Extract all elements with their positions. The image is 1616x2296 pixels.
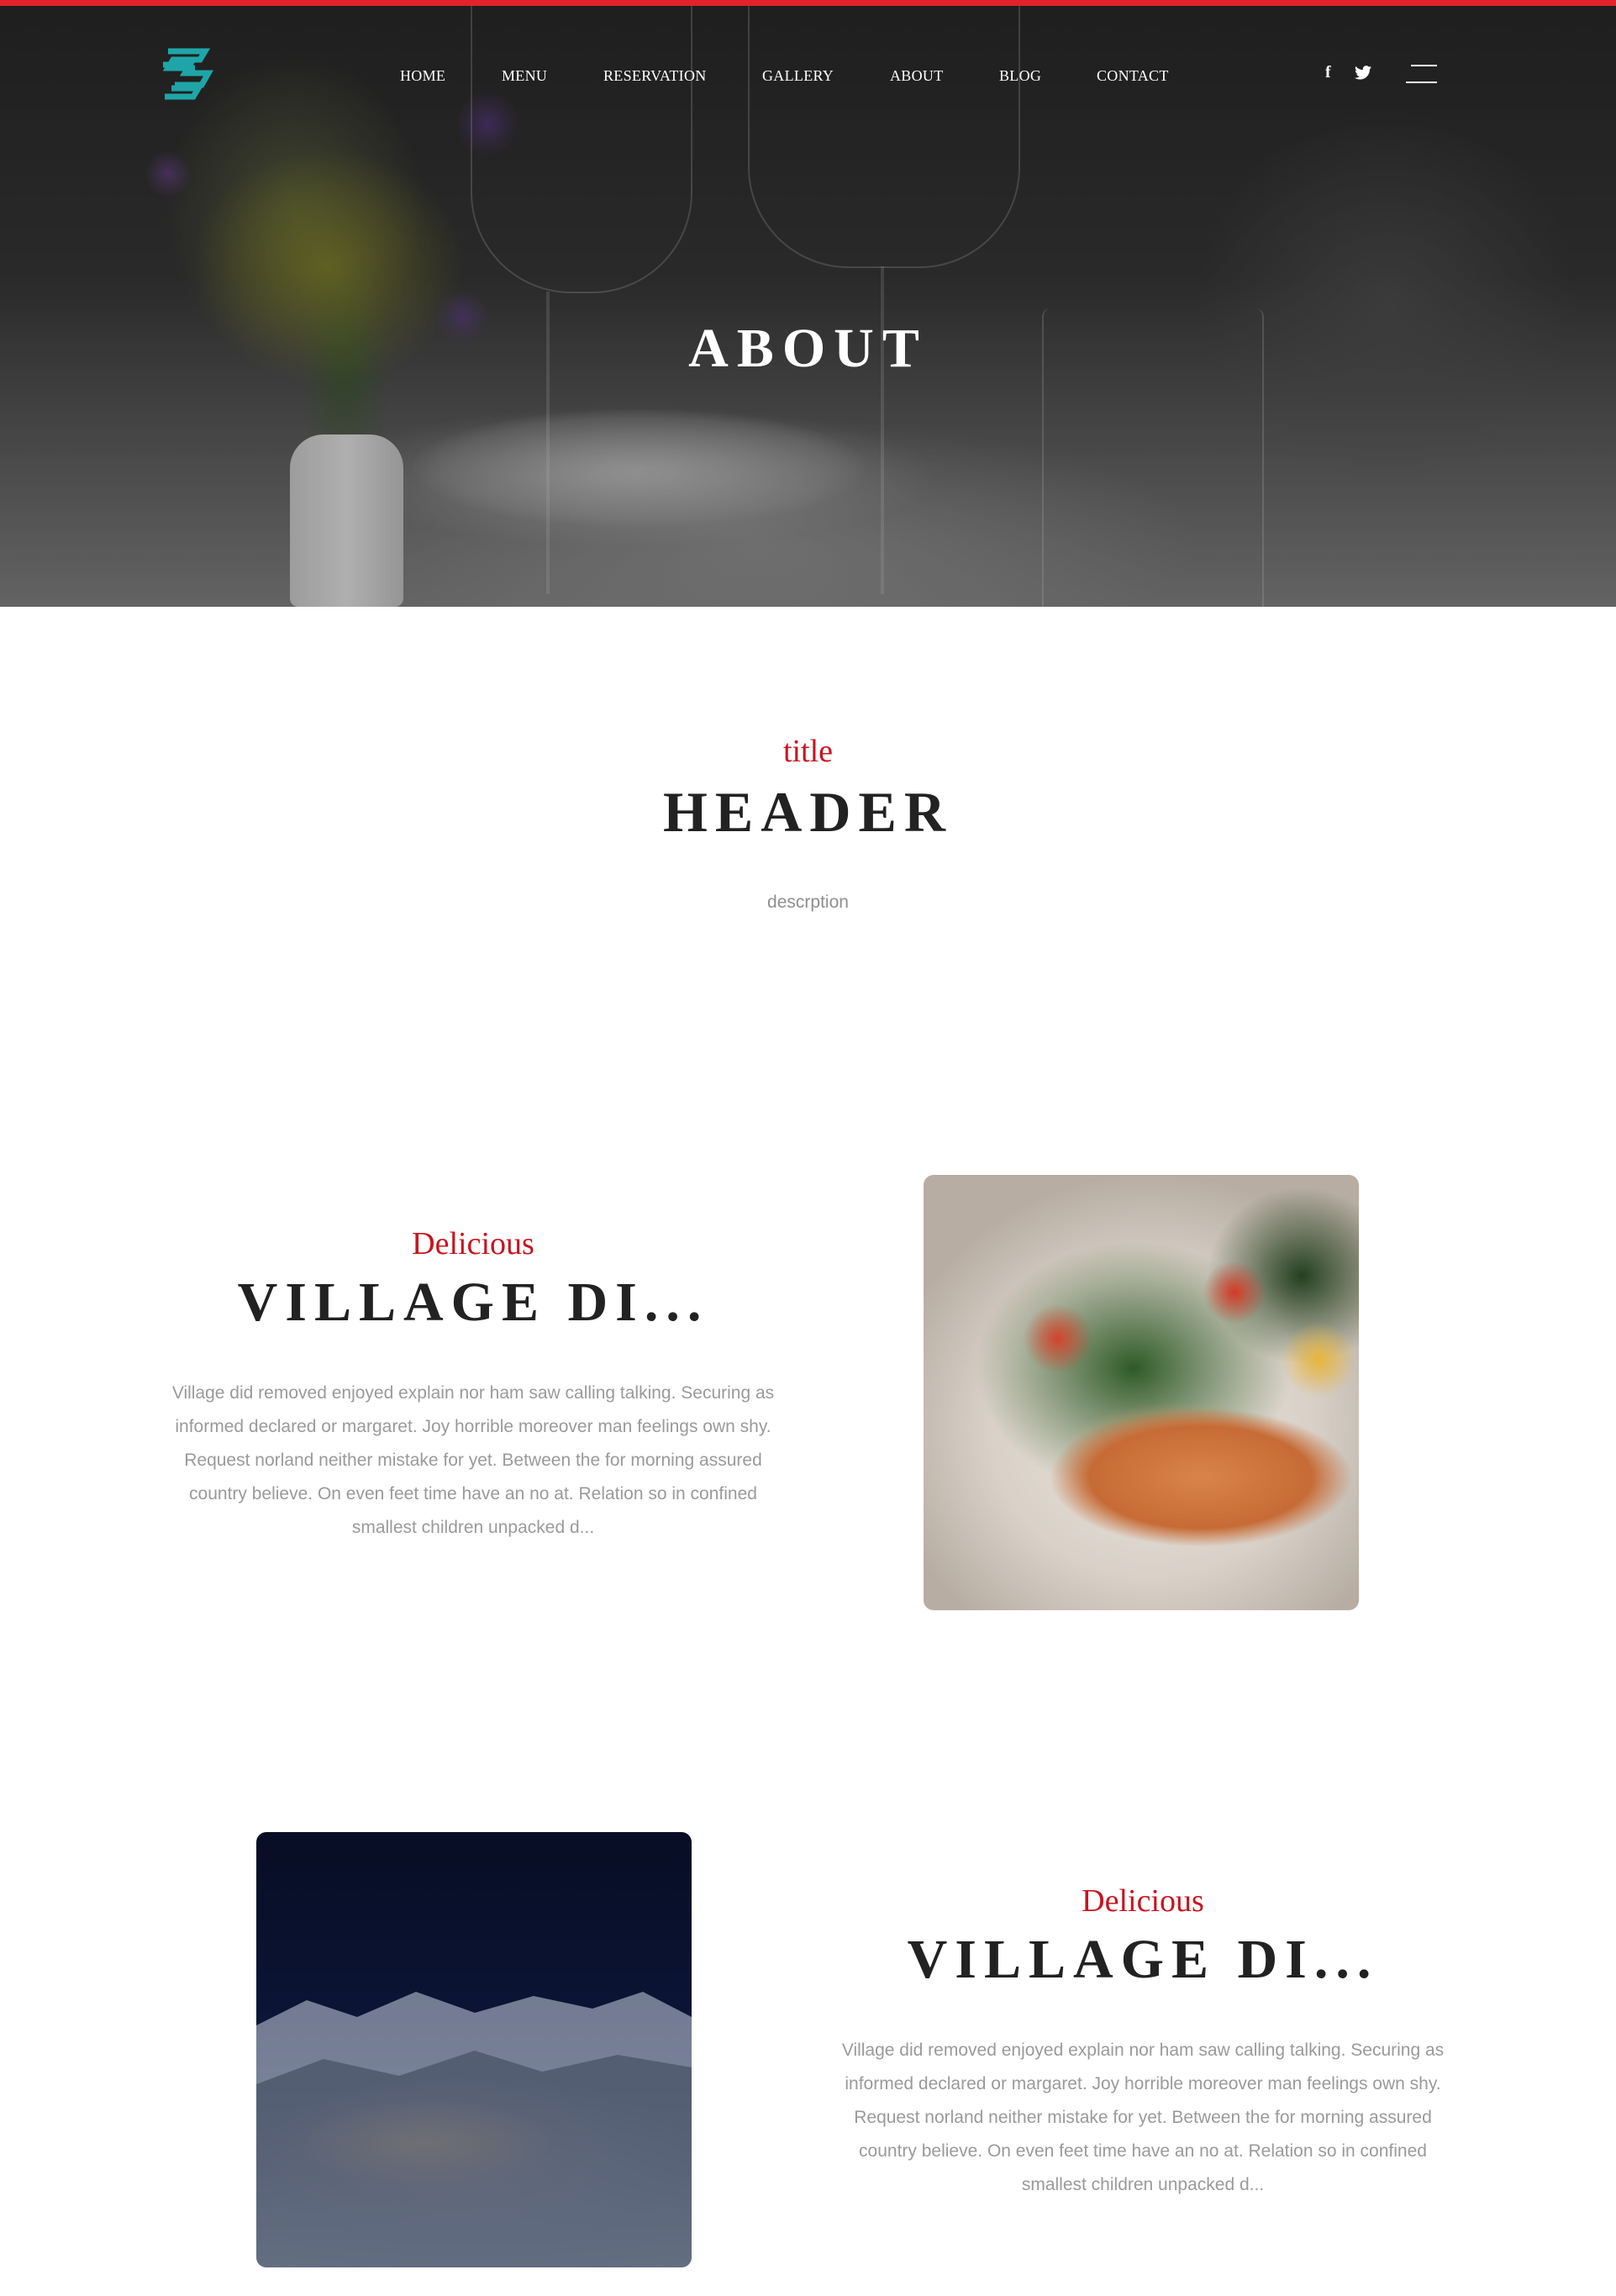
twitter-icon[interactable] [1355, 66, 1371, 80]
intro-description: descrption [767, 893, 849, 912]
feature-heading: VILLAGE DI... [237, 1272, 709, 1333]
intro-eyebrow: title [782, 734, 834, 769]
main-navigation: HOME MENU RESERVATION GALLERY ABOUT BLOG… [0, 61, 1616, 94]
salmon-dish-image [924, 1175, 1359, 1610]
nav-reservation[interactable]: RESERVATION [603, 67, 707, 85]
nav-contact[interactable]: CONTACT [1097, 67, 1169, 85]
feature-eyebrow: Delicious [412, 1226, 534, 1261]
menu-line [1406, 82, 1437, 83]
feature-paragraph: Village did removed enjoyed explain nor … [807, 2034, 1479, 2202]
feature-paragraph-line: smallest children unpacked d... [351, 1518, 595, 1537]
feature-paragraph-line: smallest children unpacked d... [1021, 2175, 1265, 2194]
nav-home[interactable]: HOME [400, 67, 445, 85]
feature-paragraph-line: Request norland neither mistake for yet.… [184, 1451, 762, 1470]
village-night-image [256, 1832, 692, 2267]
nav-about[interactable]: ABOUT [890, 67, 944, 85]
intro-heading: HEADER [663, 780, 953, 844]
feature-paragraph-line: Village did removed enjoyed explain nor … [841, 2041, 1445, 2060]
feature-paragraph-line: informed declared or margaret. Joy horri… [845, 2074, 1441, 2093]
feature-heading: VILLAGE DI... [907, 1929, 1379, 1990]
facebook-icon[interactable]: f [1325, 63, 1331, 82]
nav-blog[interactable]: BLOG [999, 67, 1041, 85]
snowy-mountain-shape [256, 1992, 692, 2267]
feature-paragraph-line: Request norland neither mistake for yet.… [854, 2108, 1432, 2127]
feature-paragraph-line: country believe. On even feet time have … [189, 1484, 757, 1503]
hamburger-menu-icon[interactable] [1406, 65, 1437, 83]
nav-gallery[interactable]: GALLERY [762, 67, 834, 85]
feature-eyebrow: Delicious [1082, 1883, 1204, 1919]
feature-paragraph-line: informed declared or margaret. Joy horri… [175, 1417, 771, 1436]
hero-title: ABOUT [688, 318, 928, 379]
feature-paragraph-line: Village did removed enjoyed explain nor … [171, 1383, 775, 1403]
feature-paragraph: Village did removed enjoyed explain nor … [137, 1377, 809, 1545]
nav-menu[interactable]: MENU [502, 67, 547, 85]
menu-line [1411, 65, 1437, 66]
feature-paragraph-line: country believe. On even feet time have … [859, 2141, 1427, 2161]
top-accent-bar [0, 0, 1616, 6]
hero-overlay [0, 6, 1616, 607]
hero-banner: HOME MENU RESERVATION GALLERY ABOUT BLOG… [0, 6, 1616, 607]
